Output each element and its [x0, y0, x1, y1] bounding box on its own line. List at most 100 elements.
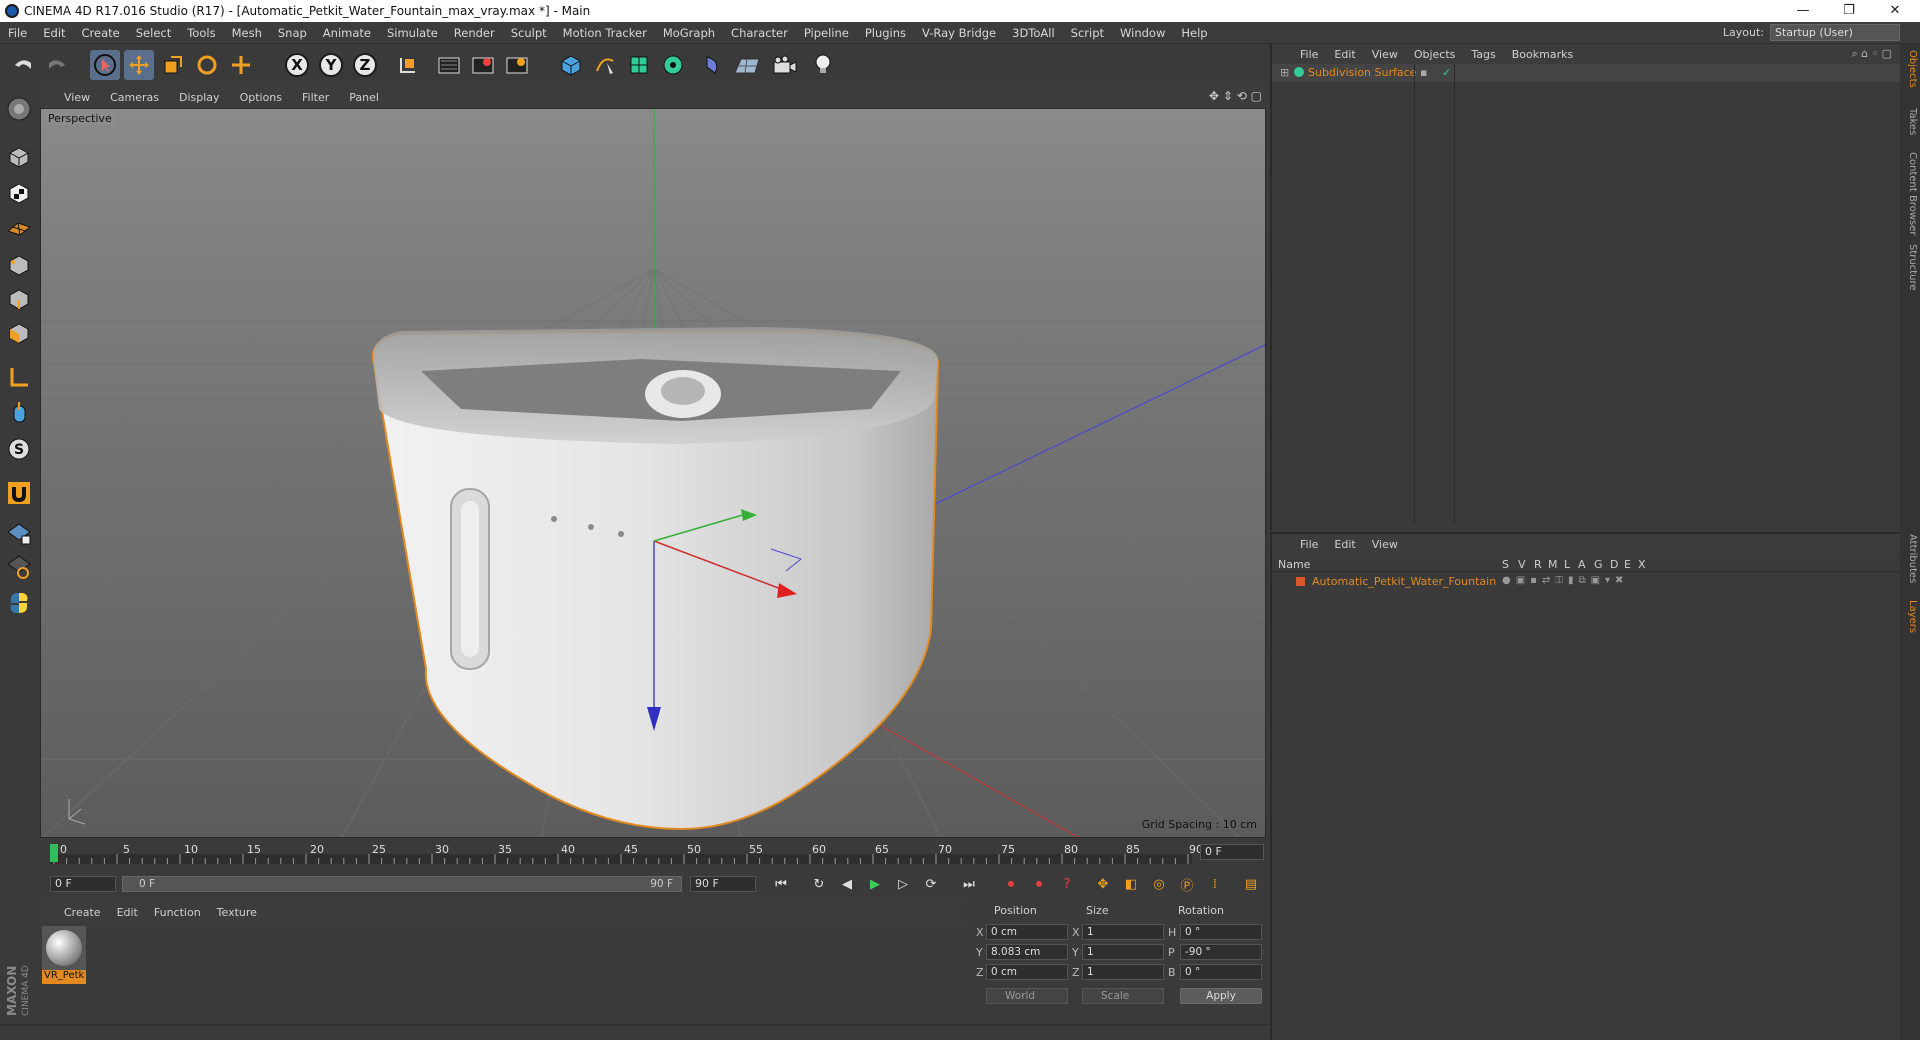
coordinate-mode-dropdown[interactable]: World [986, 988, 1068, 1004]
menu-motion-tracker[interactable]: Motion Tracker [555, 26, 655, 40]
layer-row[interactable]: Automatic_Petkit_Water_Fountain ●▣▪⇄⚿▮⧉▣… [1272, 574, 1900, 590]
search-icon[interactable]: ⌕ ⌂ ◦ ▢ [1851, 47, 1892, 61]
layer-toggle-icons[interactable]: ●▣▪⇄⚿▮⧉▣▾✖ [1502, 575, 1628, 586]
z-axis-lock-icon[interactable]: Z [350, 50, 380, 80]
object-enabled-icon[interactable]: ✓ [1442, 66, 1451, 79]
maximize-button[interactable]: ❐ [1826, 0, 1872, 22]
scale-tool-icon[interactable] [158, 50, 188, 80]
points-mode-icon[interactable] [4, 250, 34, 280]
object-name[interactable]: Subdivision Surface [1308, 66, 1416, 79]
go-to-start-icon[interactable]: ⏮ [770, 873, 792, 895]
rot-p-field[interactable]: -90 ° [1180, 944, 1262, 960]
current-frame-field[interactable]: 0 F [1200, 844, 1264, 860]
layout-dropdown[interactable]: Startup (User) [1770, 24, 1900, 41]
object-visibility-icon[interactable]: ▪ [1420, 66, 1427, 79]
cube-primitive-icon[interactable] [556, 50, 586, 80]
viewport-menu-view[interactable]: View [38, 91, 100, 104]
viewport-camera-label[interactable]: Perspective [45, 112, 115, 125]
layer-name[interactable]: Automatic_Petkit_Water_Fountain [1312, 575, 1496, 588]
light-icon[interactable] [808, 50, 838, 80]
key-parameter-icon[interactable]: Ⓟ [1176, 873, 1198, 895]
snap-icon[interactable]: S [4, 434, 34, 464]
layers-menu-view[interactable]: View [1364, 538, 1406, 551]
pos-z-field[interactable]: 0 cm [986, 964, 1068, 980]
minimize-button[interactable]: — [1780, 0, 1826, 22]
undo-icon[interactable] [8, 50, 38, 80]
tweak-mode-icon[interactable] [4, 398, 34, 428]
viewport-menu-display[interactable]: Display [169, 91, 230, 104]
menu-vray-bridge[interactable]: V-Ray Bridge [914, 26, 1004, 40]
menu-snap[interactable]: Snap [270, 26, 315, 40]
tab-structure[interactable]: Structure [1902, 244, 1918, 291]
record-keys-icon[interactable]: ⏺ [1000, 873, 1022, 895]
pos-y-field[interactable]: 8.083 cm [986, 944, 1068, 960]
tab-takes[interactable]: Takes [1902, 108, 1918, 135]
menu-character[interactable]: Character [723, 26, 796, 40]
texture-mode-icon[interactable] [4, 178, 34, 208]
tab-layers[interactable]: Layers [1902, 600, 1918, 633]
select-tool-icon[interactable] [90, 50, 120, 80]
menu-script[interactable]: Script [1063, 26, 1112, 40]
size-z-field[interactable]: 1 [1082, 964, 1164, 980]
magnet-icon[interactable] [4, 478, 34, 508]
live-selection-icon[interactable] [226, 50, 256, 80]
key-rotation-icon[interactable]: ◎ [1148, 873, 1170, 895]
pos-x-field[interactable]: 0 cm [986, 924, 1068, 940]
lock-workplane-icon[interactable] [4, 518, 34, 548]
y-axis-lock-icon[interactable]: Y [316, 50, 346, 80]
perspective-viewport[interactable]: Perspective Grid Spacing : 10 cm [40, 108, 1266, 838]
menu-simulate[interactable]: Simulate [379, 26, 446, 40]
render-picture-viewer-icon[interactable] [468, 50, 498, 80]
polygons-mode-icon[interactable] [4, 318, 34, 348]
layers-menu-file[interactable]: File [1292, 538, 1326, 551]
expand-icon[interactable]: ⊞ [1280, 66, 1289, 79]
cloner-icon[interactable] [658, 50, 688, 80]
tab-objects[interactable]: Objects [1902, 50, 1918, 88]
model-mode-icon[interactable] [4, 142, 34, 172]
viewport-menu-cameras[interactable]: Cameras [100, 91, 169, 104]
tab-attributes[interactable]: Attributes [1902, 534, 1918, 583]
render-view-icon[interactable] [434, 50, 464, 80]
material-menu-edit[interactable]: Edit [109, 906, 146, 919]
workplane-rotate-icon[interactable] [4, 552, 34, 582]
menu-help[interactable]: Help [1173, 26, 1215, 40]
menu-create[interactable]: Create [74, 26, 128, 40]
menu-tools[interactable]: Tools [179, 26, 223, 40]
play-icon[interactable]: ▶ [864, 873, 886, 895]
material-menu-texture[interactable]: Texture [209, 906, 265, 919]
objects-menu-objects[interactable]: Objects [1406, 48, 1464, 61]
go-to-end-icon[interactable]: ⏭ [958, 873, 980, 895]
step-back-icon[interactable]: ◀ [836, 873, 858, 895]
material-menu-create[interactable]: Create [40, 906, 109, 919]
menu-select[interactable]: Select [128, 26, 179, 40]
rot-h-field[interactable]: 0 ° [1180, 924, 1262, 940]
size-mode-dropdown[interactable]: Scale [1082, 988, 1164, 1004]
objects-menu-tags[interactable]: Tags [1463, 48, 1503, 61]
repeat-icon[interactable]: ⟳ [920, 873, 942, 895]
timeline-window-icon[interactable]: ▤ [1240, 873, 1262, 895]
apply-button[interactable]: Apply [1180, 988, 1262, 1004]
viewport-nav-icons[interactable]: ✥ ⇕ ⟲ ▢ [1209, 89, 1262, 103]
x-axis-lock-icon[interactable]: X [282, 50, 312, 80]
make-editable-icon[interactable] [4, 94, 34, 124]
python-icon[interactable] [4, 588, 34, 618]
key-position-icon[interactable]: ✥ [1092, 873, 1114, 895]
menu-mograph[interactable]: MoGraph [655, 26, 723, 40]
rot-b-field[interactable]: 0 ° [1180, 964, 1262, 980]
workplane-icon[interactable] [4, 212, 34, 242]
viewport-menu-filter[interactable]: Filter [292, 91, 339, 104]
menu-render[interactable]: Render [446, 26, 503, 40]
viewport-menu-panel[interactable]: Panel [339, 91, 389, 104]
frame-ruler[interactable]: 0 5 10 15 20 25 30 35 40 45 50 55 60 65 … [50, 842, 1203, 864]
render-settings-icon[interactable] [502, 50, 532, 80]
move-tool-icon[interactable] [124, 50, 154, 80]
timeline-ruler[interactable]: 0 5 10 15 20 25 30 35 40 45 50 55 60 65 … [40, 840, 1266, 866]
floor-icon[interactable] [732, 50, 762, 80]
size-x-field[interactable]: 1 [1082, 924, 1164, 940]
menu-mesh[interactable]: Mesh [224, 26, 270, 40]
end-frame-field[interactable]: 90 F [690, 876, 756, 892]
menu-pipeline[interactable]: Pipeline [796, 26, 857, 40]
key-pla-icon[interactable]: ⁞ [1204, 873, 1226, 895]
objects-menu-file[interactable]: File [1292, 48, 1326, 61]
menu-file[interactable]: File [0, 26, 35, 40]
